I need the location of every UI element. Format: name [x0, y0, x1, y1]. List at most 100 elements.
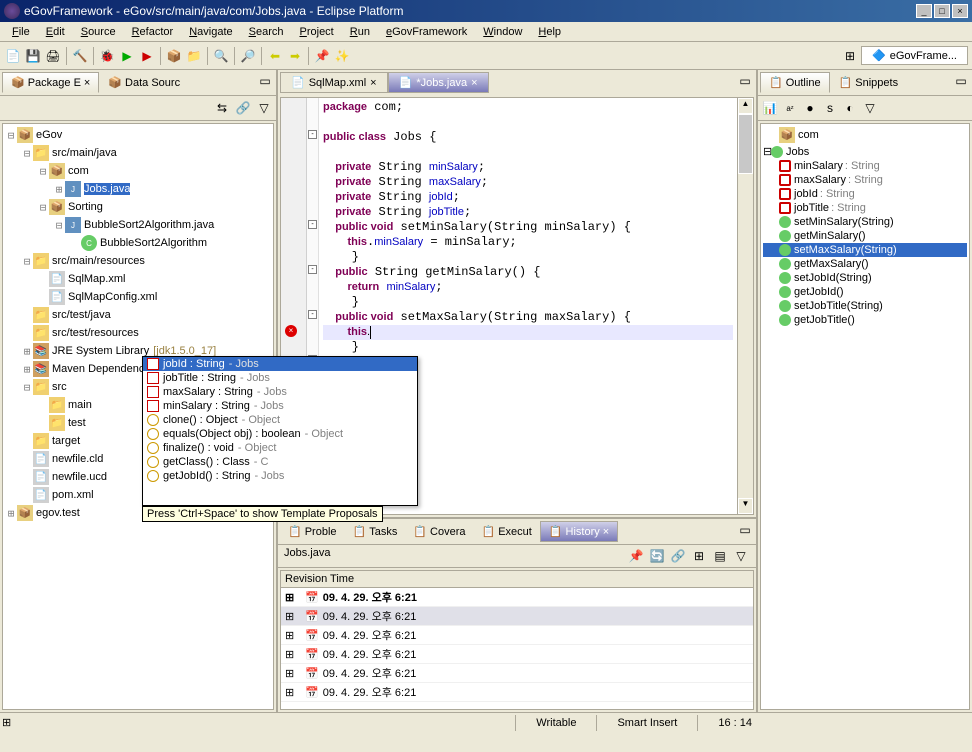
history-row[interactable]: ⊞📅09. 4. 29. 오후 6:21	[281, 645, 753, 664]
tree-label[interactable]: JRE System Library	[52, 345, 149, 357]
outline-member[interactable]: setJobTitle(String)	[763, 299, 967, 313]
close-icon[interactable]: ×	[370, 77, 376, 89]
bottom-tab-proble[interactable]: 📋Proble	[280, 521, 345, 542]
menu-egovframework[interactable]: eGovFramework	[378, 24, 475, 40]
editor-scrollbar[interactable]: ▲ ▼	[737, 98, 753, 514]
autocomplete-item[interactable]: clone() : Object - Object	[143, 413, 417, 427]
autocomplete-item[interactable]: jobTitle : String - Jobs	[143, 371, 417, 385]
perspective-open-button[interactable]: ⊞	[841, 47, 859, 65]
menu-edit[interactable]: Edit	[38, 24, 73, 40]
tree-label[interactable]: Jobs.java	[84, 183, 130, 195]
bottom-tab-covera[interactable]: 📋Covera	[405, 521, 473, 542]
maximize-button[interactable]: □	[934, 4, 950, 18]
debug-button[interactable]: 🐞	[98, 47, 116, 65]
menu-source[interactable]: Source	[73, 24, 124, 40]
fold-toggle[interactable]: -	[308, 310, 317, 319]
minimize-button[interactable]: _	[916, 4, 932, 18]
outline-member[interactable]: jobId: String	[763, 187, 967, 201]
minimize-view-button[interactable]: ▭	[952, 72, 970, 90]
view-tab-snippets[interactable]: 📋Snippets	[830, 72, 908, 93]
fold-toggle[interactable]: -	[308, 220, 317, 229]
close-icon[interactable]: ×	[84, 77, 90, 89]
autocomplete-popup[interactable]: jobId : String - JobsjobTitle : String -…	[142, 356, 418, 506]
tree-label[interactable]: com	[68, 165, 89, 177]
tree-label[interactable]: Sorting	[68, 201, 103, 213]
scroll-down-button[interactable]: ▼	[738, 498, 753, 514]
tree-toggle[interactable]: ⊟	[37, 201, 49, 214]
autocomplete-item[interactable]: getJobId() : String - Jobs	[143, 469, 417, 483]
menu-icon[interactable]: ▽	[732, 547, 750, 565]
sort-button[interactable]: 📊	[761, 99, 779, 117]
autocomplete-item[interactable]: finalize() : void - Object	[143, 441, 417, 455]
tree-node[interactable]: ⊟📁src/main/resources	[5, 252, 271, 270]
history-row[interactable]: ⊞📅09. 4. 29. 오후 6:21	[281, 626, 753, 645]
pin-button[interactable]: 📌	[313, 47, 331, 65]
tree-label[interactable]: target	[52, 435, 80, 447]
fold-toggle[interactable]: -	[308, 130, 317, 139]
view-tab-package-e[interactable]: 📦Package E ×	[2, 72, 99, 93]
tree-toggle[interactable]: ⊟	[53, 219, 65, 232]
bottom-tab-execut[interactable]: 📋Execut	[474, 521, 540, 542]
tree-toggle[interactable]: ⊞	[53, 183, 65, 196]
autocomplete-item[interactable]: getClass() : Class - C	[143, 455, 417, 469]
scroll-up-button[interactable]: ▲	[738, 98, 753, 114]
refresh-icon[interactable]: 🔄	[648, 547, 666, 565]
history-row[interactable]: ⊞📅09. 4. 29. 오후 6:21	[281, 664, 753, 683]
outline-member[interactable]: maxSalary: String	[763, 173, 967, 187]
autocomplete-item[interactable]: maxSalary : String - Jobs	[143, 385, 417, 399]
tree-toggle[interactable]: ⊟	[21, 381, 33, 394]
editor-tab[interactable]: 📄*Jobs.java ×	[388, 72, 489, 93]
link-editor-button[interactable]: 🔗	[234, 99, 252, 117]
tree-node[interactable]: ⊟📁src/main/java	[5, 144, 271, 162]
autocomplete-item[interactable]: equals(Object obj) : boolean - Object	[143, 427, 417, 441]
view-tab-data-sourc[interactable]: 📦Data Sourc	[99, 72, 189, 93]
minimize-view-button[interactable]: ▭	[736, 521, 754, 539]
outline-member[interactable]: setMinSalary(String)	[763, 215, 967, 229]
tree-toggle[interactable]: ⊞	[5, 507, 17, 520]
link-icon[interactable]: 🔗	[669, 547, 687, 565]
tree-node[interactable]: ⊟JBubbleSort2Algorithm.java	[5, 216, 271, 234]
outline-member[interactable]: setMaxSalary(String)	[763, 243, 967, 257]
run-button[interactable]: ▶	[118, 47, 136, 65]
outline-member[interactable]: jobTitle: String	[763, 201, 967, 215]
menu-window[interactable]: Window	[475, 24, 530, 40]
tree-label[interactable]: eGov	[36, 129, 62, 141]
save-button[interactable]: 💾	[24, 47, 42, 65]
history-row[interactable]: ⊞📅09. 4. 29. 오후 6:21	[281, 683, 753, 702]
view-tab-outline[interactable]: 📋Outline	[760, 72, 830, 93]
new-pkg-button[interactable]: 📁	[185, 47, 203, 65]
tree-label[interactable]: pom.xml	[52, 489, 94, 501]
maximize-editor-button[interactable]: ▭	[736, 72, 754, 90]
new-button[interactable]: 📄	[4, 47, 22, 65]
hide-static-button[interactable]: s	[821, 99, 839, 117]
tree-toggle[interactable]: ⊟	[37, 165, 49, 178]
tree-node[interactable]: ⊟📦com	[5, 162, 271, 180]
menu-project[interactable]: Project	[292, 24, 342, 40]
tree-toggle[interactable]: ⊟	[21, 147, 33, 160]
tree-label[interactable]: test	[68, 417, 86, 429]
menu-run[interactable]: Run	[342, 24, 378, 40]
autocomplete-item[interactable]: jobId : String - Jobs	[143, 357, 417, 371]
outline-member[interactable]: getMinSalary()	[763, 229, 967, 243]
view-menu-button[interactable]: ▽	[861, 99, 879, 117]
tree-node[interactable]: 📄SqlMapConfig.xml	[5, 288, 271, 306]
hide-fields-button[interactable]: ●	[801, 99, 819, 117]
tree-toggle[interactable]: ⊟	[21, 255, 33, 268]
outline-member[interactable]: getJobTitle()	[763, 313, 967, 327]
perspective-button[interactable]: 🔷 eGovFrame...	[861, 46, 968, 65]
tree-node[interactable]: 📄SqlMap.xml	[5, 270, 271, 288]
mode-icon[interactable]: ▤	[711, 547, 729, 565]
menu-search[interactable]: Search	[241, 24, 292, 40]
print-button[interactable]: 🖨	[44, 47, 62, 65]
az-sort-button[interactable]: aᶻ	[781, 99, 799, 117]
run-ext-button[interactable]: ▶	[138, 47, 156, 65]
close-icon[interactable]: ×	[471, 77, 477, 89]
scroll-thumb[interactable]	[738, 114, 753, 174]
tree-toggle[interactable]: ⊞	[21, 363, 33, 376]
tree-node[interactable]: 📁src/test/resources	[5, 324, 271, 342]
tree-label[interactable]: src/test/resources	[52, 327, 139, 339]
tree-label[interactable]: newfile.ucd	[52, 471, 107, 483]
menu-file[interactable]: File	[4, 24, 38, 40]
outline-package[interactable]: 📦com	[763, 126, 967, 144]
history-view[interactable]: Revision Time ⊞📅09. 4. 29. 오후 6:21⊞📅09. …	[280, 570, 754, 710]
